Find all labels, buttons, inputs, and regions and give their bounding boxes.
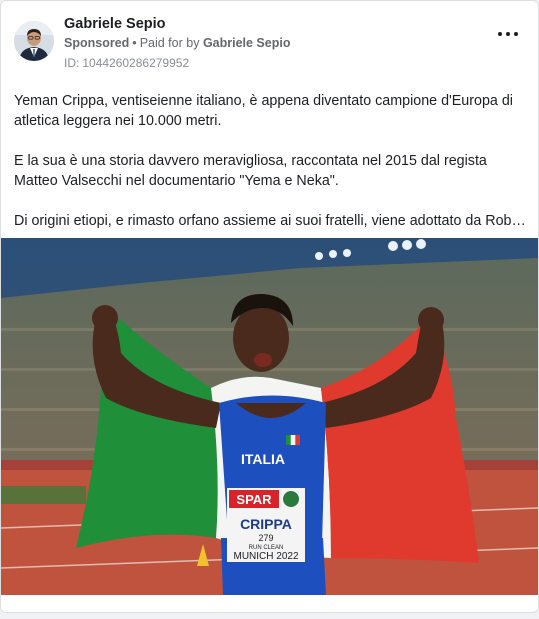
race-bib: SPAR CRIPPA 279 RUN CLEAN MUNICH 2022 [227,488,305,562]
bib-name: CRIPPA [240,516,292,532]
more-options-icon[interactable] [498,29,518,39]
paid-for-name[interactable]: Gabriele Sepio [203,36,291,50]
bib-event: MUNICH 2022 [233,551,298,562]
bib-number: 279 [258,533,273,543]
post-paragraph-1: Yeman Crippa, ventiseienne italiano, è a… [14,93,513,129]
post-photo[interactable]: ITALIA SPAR CRIPPA 279 RUN CLEAN MUNICH … [1,238,538,595]
post-paragraph-3[interactable]: Di origini etiopi, e rimasto orfano assi… [14,211,529,231]
avatar-image [14,21,54,61]
ad-id-value: 1044260286279952 [82,56,190,70]
sponsored-label: Sponsored [64,36,130,50]
post-header: Gabriele Sepio Sponsored • Paid for by Gab… [1,1,538,81]
paid-for-prefix: Paid for by [139,36,200,50]
bib-sponsor: SPAR [236,492,272,507]
shirt-text: ITALIA [241,451,285,467]
ad-id: ID: 1044260286279952 [64,56,189,70]
sponsored-line: Sponsored • Paid for by Gabriele Sepio [64,36,290,50]
sponsored-post-card: Gabriele Sepio Sponsored • Paid for by Gab… [0,0,539,613]
post-text: Yeman Crippa, ventiseienne italiano, è a… [14,91,529,251]
post-paragraph-2: E la sua è una storia davvero meraviglio… [14,153,487,189]
ad-id-label: ID: [64,56,80,70]
separator-dot: • [132,36,137,50]
avatar[interactable] [14,21,54,61]
author-name[interactable]: Gabriele Sepio [64,16,166,32]
athlete-photo: ITALIA SPAR CRIPPA 279 RUN CLEAN MUNICH … [1,238,538,595]
